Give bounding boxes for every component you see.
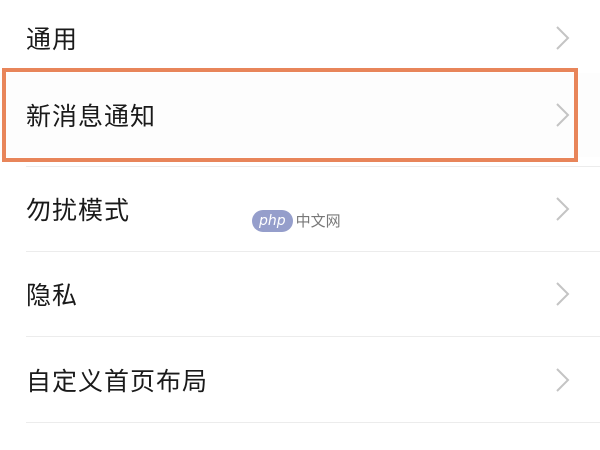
settings-item-label: 隐私 [26, 281, 79, 310]
chevron-right-icon [552, 280, 572, 308]
watermark: php 中文网 [252, 208, 341, 234]
settings-item-label: 自定义首页布局 [26, 367, 209, 396]
settings-item-new-message-notification[interactable]: 新消息通知 [0, 73, 600, 157]
settings-item-label: 通用 [26, 25, 79, 54]
settings-item-label: 勿扰模式 [26, 196, 131, 225]
watermark-logo: php [252, 210, 293, 232]
watermark-text: 中文网 [295, 212, 341, 230]
divider [26, 336, 600, 337]
divider [26, 422, 600, 423]
chevron-right-icon [552, 101, 572, 129]
settings-item-label: 新消息通知 [26, 102, 157, 131]
settings-item-privacy[interactable]: 隐私 [0, 252, 600, 336]
chevron-right-icon [552, 24, 572, 52]
settings-item-custom-home-layout[interactable]: 自定义首页布局 [0, 338, 600, 422]
chevron-right-icon [552, 366, 572, 394]
settings-screen: 通用 新消息通知 勿扰模式 隐私 自定义首页布局 php 中文网 [0, 0, 600, 450]
settings-item-general[interactable]: 通用 [0, 0, 600, 80]
chevron-right-icon [552, 195, 572, 223]
